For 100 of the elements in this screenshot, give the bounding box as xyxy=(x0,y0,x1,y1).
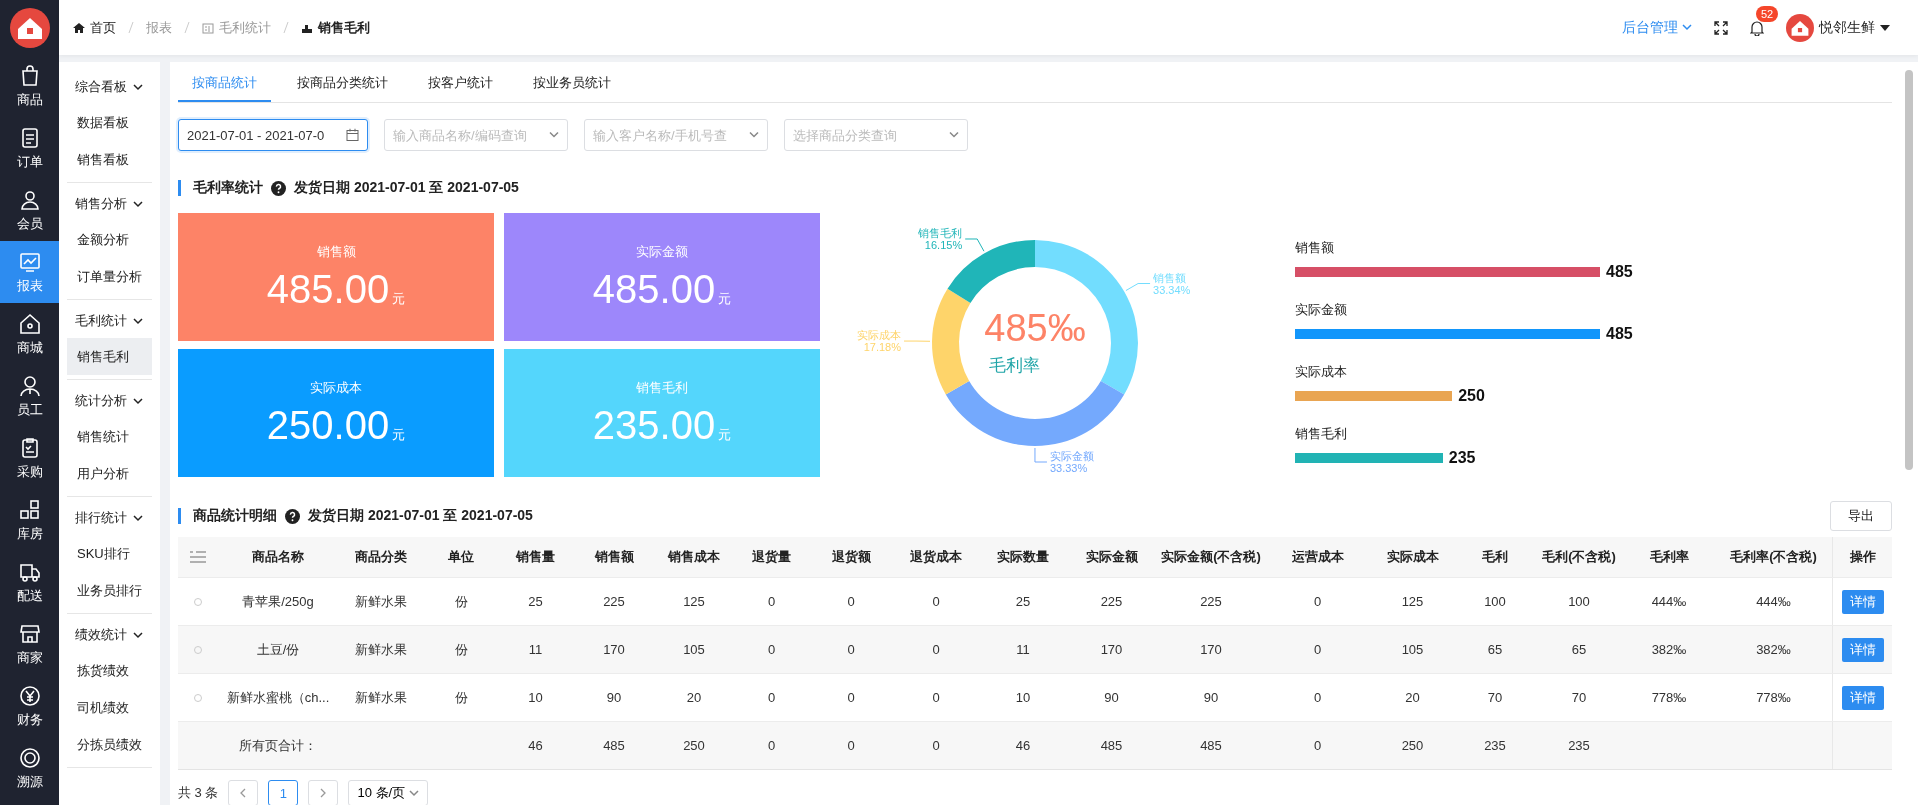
export-button[interactable]: 导出 xyxy=(1830,501,1892,531)
chevron-down-icon xyxy=(409,789,420,797)
menu-item[interactable]: 销售毛利 xyxy=(67,338,152,375)
section-title: 毛利率统计 xyxy=(193,179,263,197)
menu-group[interactable]: 排行统计 xyxy=(67,501,152,535)
menu-item[interactable]: 业务员排行 xyxy=(67,572,152,609)
table-cell-text: 90 xyxy=(1202,690,1220,705)
menu-group[interactable]: 综合看板 xyxy=(67,70,152,104)
previous-page-button[interactable] xyxy=(228,780,259,805)
menu-item[interactable]: 数据看板 xyxy=(67,104,152,141)
bell-icon[interactable] xyxy=(1750,19,1764,36)
column-header: 毛利(不含税) xyxy=(1541,548,1617,566)
next-page-button[interactable] xyxy=(308,780,339,805)
document-icon xyxy=(202,21,214,34)
logo xyxy=(9,7,50,48)
rail-item[interactable]: 员工 xyxy=(0,365,59,427)
menu-group[interactable]: 绩效统计 xyxy=(67,618,152,652)
table-cell-text: 0 xyxy=(766,594,777,609)
table-cell-text: 382‰ xyxy=(1755,642,1792,657)
bar-value: 485 xyxy=(1606,325,1633,343)
breadcrumb-link[interactable]: 销售毛利 xyxy=(301,18,370,37)
ratio-value: 485‰ xyxy=(984,307,1086,349)
menu-item[interactable]: 销售统计 xyxy=(67,418,152,455)
rail-item[interactable]: 溯源 xyxy=(0,737,59,799)
chevron-down-icon xyxy=(749,131,759,139)
rail-item[interactable]: 订单 xyxy=(0,117,59,179)
menu-group[interactable]: 统计分析 xyxy=(67,384,152,418)
total-cell-text: 235 xyxy=(1567,738,1591,753)
chevron-down-icon xyxy=(133,317,143,325)
rail-item[interactable]: 商品 xyxy=(0,55,59,117)
card-label: 销售毛利 xyxy=(636,378,688,397)
column-header: 销售额 xyxy=(593,548,635,566)
menu-item[interactable]: SKU排行 xyxy=(67,535,152,572)
table-cell-text: 土豆/份 xyxy=(255,640,301,659)
search-select[interactable]: 输入客户名称/手机号查 xyxy=(584,119,768,151)
search-select[interactable]: 输入商品名称/编码查询 xyxy=(384,119,568,151)
fullscreen-icon[interactable] xyxy=(1714,20,1728,35)
search-select[interactable]: 选择商品分类查询 xyxy=(784,119,968,151)
tab[interactable]: 按商品统计 xyxy=(178,74,271,102)
slice-percent: 33.34% xyxy=(1153,283,1191,296)
breadcrumb-link[interactable]: 首页 xyxy=(73,18,116,37)
menu-item[interactable]: 订单量分析 xyxy=(67,258,152,295)
bar-label: 实际成本 xyxy=(1295,363,1348,381)
tab[interactable]: 按商品分类统计 xyxy=(283,74,402,102)
table-cell-text: 10 xyxy=(527,690,544,705)
table-cell-text: 20 xyxy=(685,690,703,705)
table-cell-text: 778‰ xyxy=(1650,690,1688,705)
menu-group[interactable]: 毛利统计 xyxy=(67,304,152,338)
menu-group[interactable]: 销售分析 xyxy=(67,187,152,221)
rail-item[interactable]: 配送 xyxy=(0,551,59,613)
menu-item[interactable]: 销售看板 xyxy=(67,141,152,178)
ratio-label: 毛利率 xyxy=(989,356,1040,375)
table-cell-text: 70 xyxy=(1570,690,1588,705)
table-cell-text: 0 xyxy=(1312,690,1323,705)
column-header: 毛利率 xyxy=(1648,548,1690,566)
rail-item[interactable]: 商家 xyxy=(0,613,59,675)
rail-item[interactable]: 会员 xyxy=(0,179,59,241)
tab[interactable]: 按客户统计 xyxy=(414,74,507,102)
bar-value: 250 xyxy=(1458,387,1485,405)
menu-item[interactable]: 金额分析 xyxy=(67,221,152,258)
help-icon[interactable] xyxy=(285,508,300,524)
card-value: 250.00 xyxy=(266,402,390,447)
table-cell-text: 65 xyxy=(1570,642,1588,657)
rail-item[interactable]: 商城 xyxy=(0,303,59,365)
menu-item[interactable]: 分拣员绩效 xyxy=(67,726,152,763)
tab[interactable]: 按业务员统计 xyxy=(519,74,625,102)
total-cell-text: 0 xyxy=(846,738,856,753)
table-cell-text: 0 xyxy=(766,690,777,705)
rail-item[interactable]: 财务 xyxy=(0,675,59,737)
caret-icon xyxy=(1880,24,1890,31)
rail-item[interactable]: 库房 xyxy=(0,489,59,551)
total-cell-text: 250 xyxy=(682,738,706,753)
menu-item[interactable]: 司机绩效 xyxy=(67,689,152,726)
bar-label: 实际金额 xyxy=(1295,301,1348,319)
menu-item[interactable]: 拣货绩效 xyxy=(67,652,152,689)
date-range-field[interactable]: 2021-07-01 - 2021-07-0 xyxy=(178,119,368,151)
section-title: 商品统计明细 xyxy=(193,507,277,525)
list-settings-icon[interactable] xyxy=(190,550,206,564)
table-cell-text: 225 xyxy=(1199,594,1223,609)
chevron-left-icon xyxy=(240,788,247,798)
table-cell-text: 125 xyxy=(682,594,706,609)
leader-line xyxy=(1125,283,1151,291)
admin-menu[interactable]: 后台管理 xyxy=(1622,18,1692,37)
menu-item[interactable]: 用户分析 xyxy=(67,455,152,492)
scrollbar[interactable] xyxy=(1905,70,1913,470)
total-cell-text: 235 xyxy=(1483,738,1507,753)
calendar-icon xyxy=(346,128,359,142)
table-cell-text: 0 xyxy=(1312,642,1323,657)
total-cell-text: 0 xyxy=(1312,738,1323,753)
table-cell-text: 20 xyxy=(1404,690,1421,705)
column-header: 实际金额 xyxy=(1084,548,1139,566)
rail-item[interactable]: 采购 xyxy=(0,427,59,489)
column-header: 商品分类 xyxy=(354,548,408,566)
bar-label: 销售毛利 xyxy=(1295,425,1348,443)
yen-icon xyxy=(17,683,42,708)
page-size-select[interactable]: 10 条/页 xyxy=(348,780,429,805)
slice-percent: 17.18% xyxy=(863,341,901,354)
help-icon[interactable] xyxy=(271,180,286,196)
user-menu[interactable]: 悦邻生鲜 xyxy=(1786,13,1890,42)
column-header: 商品名称 xyxy=(251,548,305,566)
